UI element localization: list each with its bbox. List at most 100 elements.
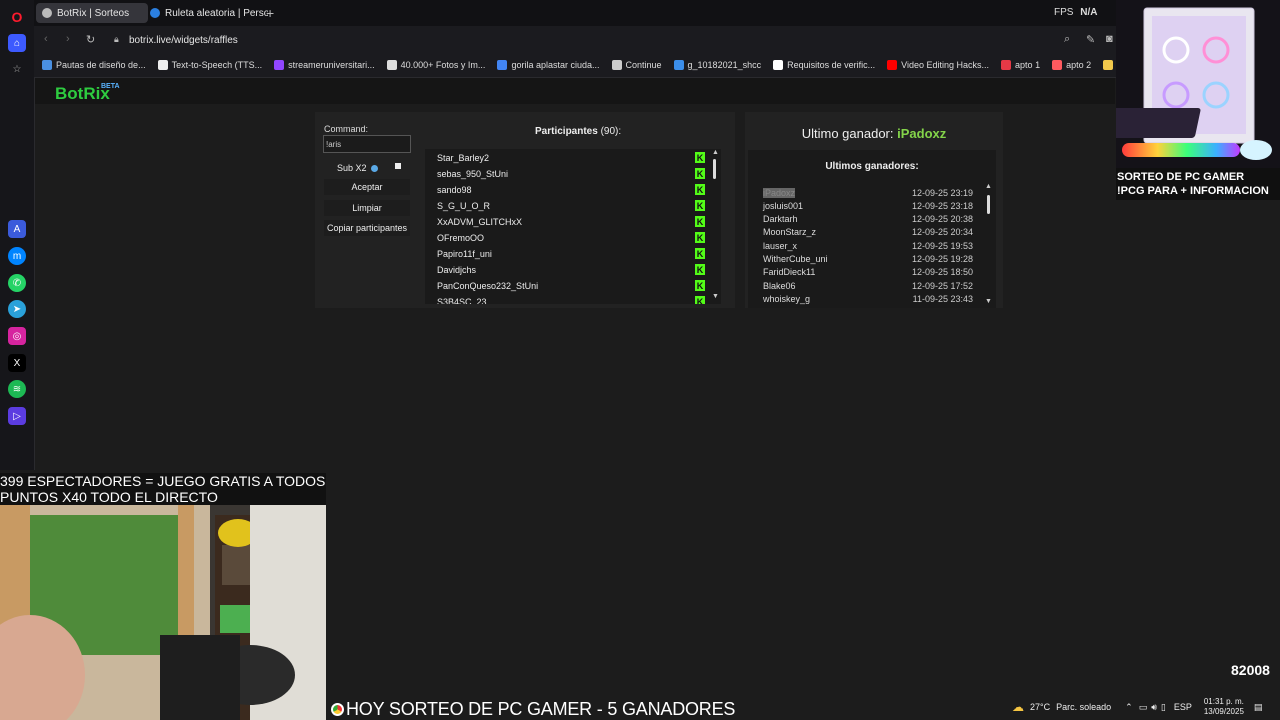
winner-name: Darktarh bbox=[763, 214, 798, 225]
instagram-icon[interactable]: ◎ bbox=[8, 327, 26, 345]
participant-row: sebas_950_StUni bbox=[437, 169, 509, 179]
bookmark-item[interactable]: streameruniversitari... bbox=[274, 60, 375, 70]
back-icon[interactable]: ‹ bbox=[44, 33, 48, 45]
weather-temp[interactable]: 27°C bbox=[1030, 702, 1050, 712]
kick-icon: K bbox=[695, 248, 705, 259]
copy-participants-button[interactable]: Copiar participantes bbox=[324, 220, 410, 236]
bookmark-label: streameruniversitari... bbox=[288, 60, 375, 70]
url-input[interactable]: botrix.live/widgets/raffles bbox=[129, 35, 238, 46]
participants-list[interactable]: ▲ ▼ Star_Barley2 Ksebas_950_StUni Ksando98… bbox=[425, 149, 721, 304]
brand-bar: BotRix BETA bbox=[35, 78, 1115, 104]
bookmark-item[interactable]: apto 2 bbox=[1052, 60, 1091, 70]
search-icon[interactable]: ⌕ bbox=[1064, 33, 1070, 46]
kick-icon: K bbox=[695, 216, 705, 227]
beta-badge: BETA bbox=[101, 83, 120, 90]
edit-icon[interactable]: ✎ bbox=[1086, 33, 1095, 46]
scroll-down-icon[interactable]: ▼ bbox=[985, 298, 992, 305]
botrix-page: BotRix BETA Command: Sub X2 Aceptar Limp… bbox=[35, 78, 1115, 473]
winner-name: FaridDieck11 bbox=[763, 267, 816, 278]
opera-logo-icon[interactable]: O bbox=[8, 8, 26, 26]
whatsapp-icon[interactable]: ✆ bbox=[8, 274, 26, 292]
forward-icon[interactable]: › bbox=[66, 33, 70, 45]
battery-icon[interactable]: ▯ bbox=[1161, 702, 1166, 713]
cloud-icon bbox=[673, 60, 684, 70]
winners-scrollbar[interactable] bbox=[987, 195, 990, 214]
bookmark-icon bbox=[42, 60, 52, 70]
bookmark-label: apto 2 bbox=[1066, 60, 1092, 70]
last-winner-label: Ultimo ganador: bbox=[801, 126, 894, 141]
bookmark-item[interactable]: gorila aplastar ciuda... bbox=[497, 60, 600, 70]
kick-icon: K bbox=[695, 168, 705, 179]
spotify-icon[interactable]: ≋ bbox=[8, 380, 26, 398]
bookmark-item[interactable]: Continue bbox=[611, 60, 662, 70]
bookmark-label: Pautas de diseño de... bbox=[56, 60, 146, 70]
participant-row: Davidjchs bbox=[437, 265, 477, 275]
clear-button[interactable]: Limpiar bbox=[324, 200, 410, 216]
accept-button[interactable]: Aceptar bbox=[324, 179, 410, 195]
bookmark-label: Text-to-Speech (TTS... bbox=[171, 60, 263, 70]
player-icon[interactable]: ▷ bbox=[8, 407, 26, 425]
participants-title-text: Participantes bbox=[535, 126, 598, 137]
info-icon[interactable] bbox=[370, 164, 378, 172]
winner-row: FaridDieck11 12-09-25 18:50 bbox=[763, 266, 973, 279]
tab-botrix[interactable]: BotRix | Sorteos bbox=[36, 3, 148, 23]
bookmark-label: gorila aplastar ciuda... bbox=[511, 60, 600, 70]
winner-name: whoiskey_g bbox=[763, 293, 811, 304]
star-icon[interactable]: ☆ bbox=[8, 60, 26, 78]
clock-date: 13/09/2025 bbox=[1203, 707, 1244, 716]
recent-winners-title: Ultimos ganadores: bbox=[825, 161, 919, 172]
chevron-up-icon[interactable]: ⌃ bbox=[1125, 702, 1133, 713]
winner-panel: Ultimo ganador: iPadoxz Ultimos ganadore… bbox=[745, 112, 1003, 308]
x-icon[interactable]: X bbox=[8, 354, 26, 372]
participants-count: (90): bbox=[600, 126, 622, 137]
winner-name: Blake06 bbox=[763, 280, 796, 291]
sub-x2-label: Sub X2 bbox=[337, 163, 367, 173]
weather-icon: ☁ bbox=[1012, 700, 1024, 714]
bookmark-label: 40.000+ Fotos y Im... bbox=[400, 60, 486, 70]
bookmark-item[interactable]: g_10182021_shcc bbox=[673, 60, 761, 70]
winner-row: Darktarh 12-09-25 20:38 bbox=[763, 213, 973, 226]
winner-row: lauser_x 12-09-25 19:53 bbox=[763, 239, 973, 252]
tab-label: Ruleta aleatoria | Personali bbox=[165, 7, 268, 19]
bookmark-item[interactable]: Pautas de diseño de... bbox=[42, 60, 146, 70]
clock-time: 01:31 p. m. bbox=[1203, 697, 1244, 706]
participants-scrollbar[interactable] bbox=[713, 159, 716, 179]
messenger-icon[interactable]: m bbox=[8, 247, 26, 265]
tab-ruleta[interactable]: Ruleta aleatoria | Personali bbox=[144, 3, 268, 23]
scroll-down-icon[interactable]: ▼ bbox=[712, 293, 719, 300]
last-winner-name: iPadoxz bbox=[897, 126, 947, 141]
bookmark-item[interactable]: Video Editing Hacks... bbox=[887, 60, 989, 70]
scroll-up-icon[interactable]: ▲ bbox=[712, 149, 719, 156]
winner-name: WitherCube_uni bbox=[763, 254, 828, 264]
webcam-feed bbox=[0, 505, 326, 720]
volume-icon[interactable]: 🔊︎ bbox=[1151, 702, 1157, 713]
kick-icon: K bbox=[695, 280, 705, 291]
bookmark-item[interactable]: 40.000+ Fotos y Im... bbox=[386, 60, 486, 70]
new-tab-plus-icon[interactable]: + bbox=[260, 3, 282, 23]
aria-icon[interactable]: A bbox=[8, 220, 26, 238]
notifications-icon[interactable]: ▤ bbox=[1254, 702, 1263, 713]
winner-date: 12-09-25 23:18 bbox=[911, 200, 973, 211]
reload-icon[interactable]: ↻ bbox=[86, 33, 95, 46]
winner-name: MoonStarz_z bbox=[763, 227, 817, 238]
chrome-icon bbox=[331, 703, 344, 716]
command-input[interactable] bbox=[323, 135, 411, 153]
network-icon[interactable]: ▭ bbox=[1139, 702, 1148, 713]
participant-row: XxADVM_GLITCHxX bbox=[437, 217, 523, 227]
camera-icon[interactable]: ◙ bbox=[1106, 33, 1113, 45]
telegram-icon[interactable]: ➤ bbox=[8, 300, 26, 318]
twitch-icon bbox=[274, 60, 285, 70]
clock[interactable]: 01:31 p. m. 13/09/2025 bbox=[1204, 697, 1244, 717]
home-icon[interactable]: ⌂ bbox=[8, 34, 26, 52]
winner-row: iPadoxz 12-09-25 23:19 bbox=[763, 186, 973, 199]
bookmark-item[interactable]: Requisitos de verific... bbox=[773, 60, 875, 70]
bookmark-item[interactable]: Text-to-Speech (TTS... bbox=[157, 60, 263, 70]
weather-desc[interactable]: Parc. soleado bbox=[1056, 702, 1111, 712]
bookmark-label: apto 1 bbox=[1015, 60, 1041, 70]
sub-x2-checkbox[interactable] bbox=[395, 163, 401, 169]
scroll-up-icon[interactable]: ▲ bbox=[985, 183, 992, 190]
bookmark-item[interactable]: apto 1 bbox=[1001, 60, 1040, 70]
wheel-favicon-icon bbox=[150, 8, 160, 18]
fps-label: FPS bbox=[1054, 7, 1074, 18]
language-indicator[interactable]: ESP bbox=[1174, 702, 1192, 712]
